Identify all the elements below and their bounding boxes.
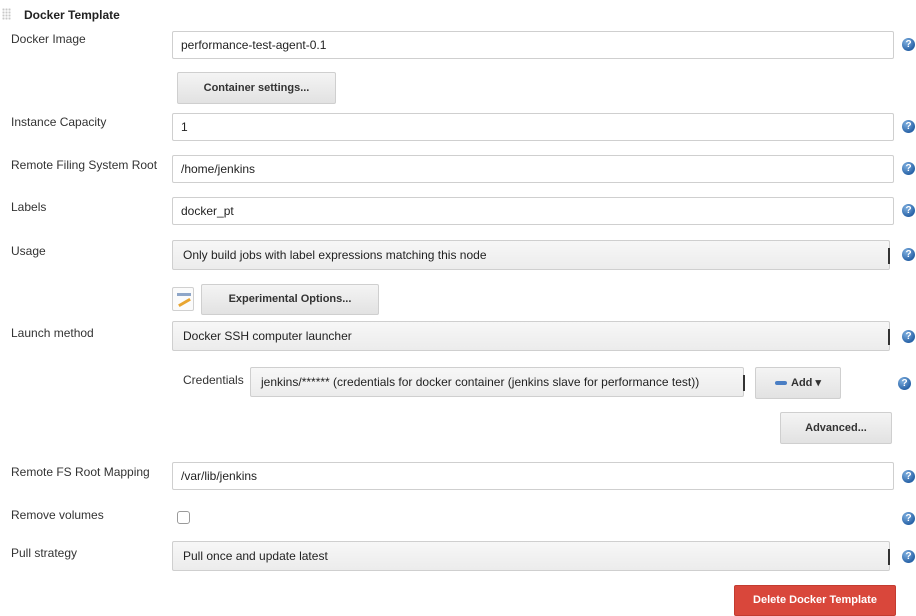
instance-capacity-input[interactable]: 1	[172, 113, 894, 141]
usage-help-icon[interactable]	[902, 248, 915, 261]
dropdown-caret-icon: ▾	[815, 377, 821, 389]
credentials-label: Credentials	[183, 373, 244, 387]
credentials-select-arrow-icon[interactable]	[743, 375, 745, 391]
docker-image-help-icon[interactable]	[902, 38, 915, 51]
pull-strategy-select[interactable]: Pull once and update latest	[172, 541, 890, 571]
key-icon	[775, 381, 787, 386]
remove-volumes-checkbox[interactable]	[177, 511, 190, 524]
add-button-label: Add	[791, 377, 813, 389]
instance-capacity-label: Instance Capacity	[11, 115, 107, 129]
docker-image-label: Docker Image	[11, 32, 86, 46]
docker-image-input[interactable]: performance-test-agent-0.1	[172, 31, 894, 59]
credentials-select[interactable]: jenkins/****** (credentials for docker c…	[250, 367, 744, 397]
delete-docker-template-button[interactable]: Delete Docker Template	[734, 585, 896, 616]
usage-select[interactable]: Only build jobs with label expressions m…	[172, 240, 890, 270]
usage-label: Usage	[11, 244, 46, 258]
pull-strategy-label: Pull strategy	[11, 546, 78, 560]
usage-select-arrow-icon[interactable]	[888, 248, 890, 264]
section-title: Docker Template	[24, 8, 120, 22]
drag-handle-icon[interactable]	[2, 8, 11, 20]
container-settings-button[interactable]: Container settings...	[177, 72, 336, 104]
labels-input[interactable]: docker_pt	[172, 197, 894, 225]
launch-method-select[interactable]: Docker SSH computer launcher	[172, 321, 890, 351]
launch-method-select-arrow-icon[interactable]	[888, 329, 890, 345]
remote-fs-root-input[interactable]: /home/jenkins	[172, 155, 894, 183]
experimental-options-button[interactable]: Experimental Options...	[201, 284, 379, 315]
remove-volumes-help-icon[interactable]	[902, 512, 915, 525]
notepad-icon	[172, 287, 194, 311]
remote-fs-root-mapping-input[interactable]: /var/lib/jenkins	[172, 462, 894, 490]
credentials-help-icon[interactable]	[898, 377, 911, 390]
add-credentials-button[interactable]: Add ▾	[755, 367, 841, 399]
remove-volumes-label: Remove volumes	[11, 508, 104, 522]
instance-capacity-help-icon[interactable]	[902, 120, 915, 133]
remote-fs-root-help-icon[interactable]	[902, 162, 915, 175]
remote-fs-root-mapping-label: Remote FS Root Mapping	[11, 465, 150, 479]
remote-fs-root-mapping-help-icon[interactable]	[902, 470, 915, 483]
advanced-button[interactable]: Advanced...	[780, 412, 892, 444]
labels-help-icon[interactable]	[902, 204, 915, 217]
remote-fs-root-label: Remote Filing System Root	[11, 158, 158, 172]
labels-label: Labels	[11, 200, 47, 214]
pull-strategy-help-icon[interactable]	[902, 550, 915, 563]
pull-strategy-select-arrow-icon[interactable]	[888, 549, 890, 565]
launch-method-help-icon[interactable]	[902, 330, 915, 343]
launch-method-label: Launch method	[11, 326, 94, 340]
